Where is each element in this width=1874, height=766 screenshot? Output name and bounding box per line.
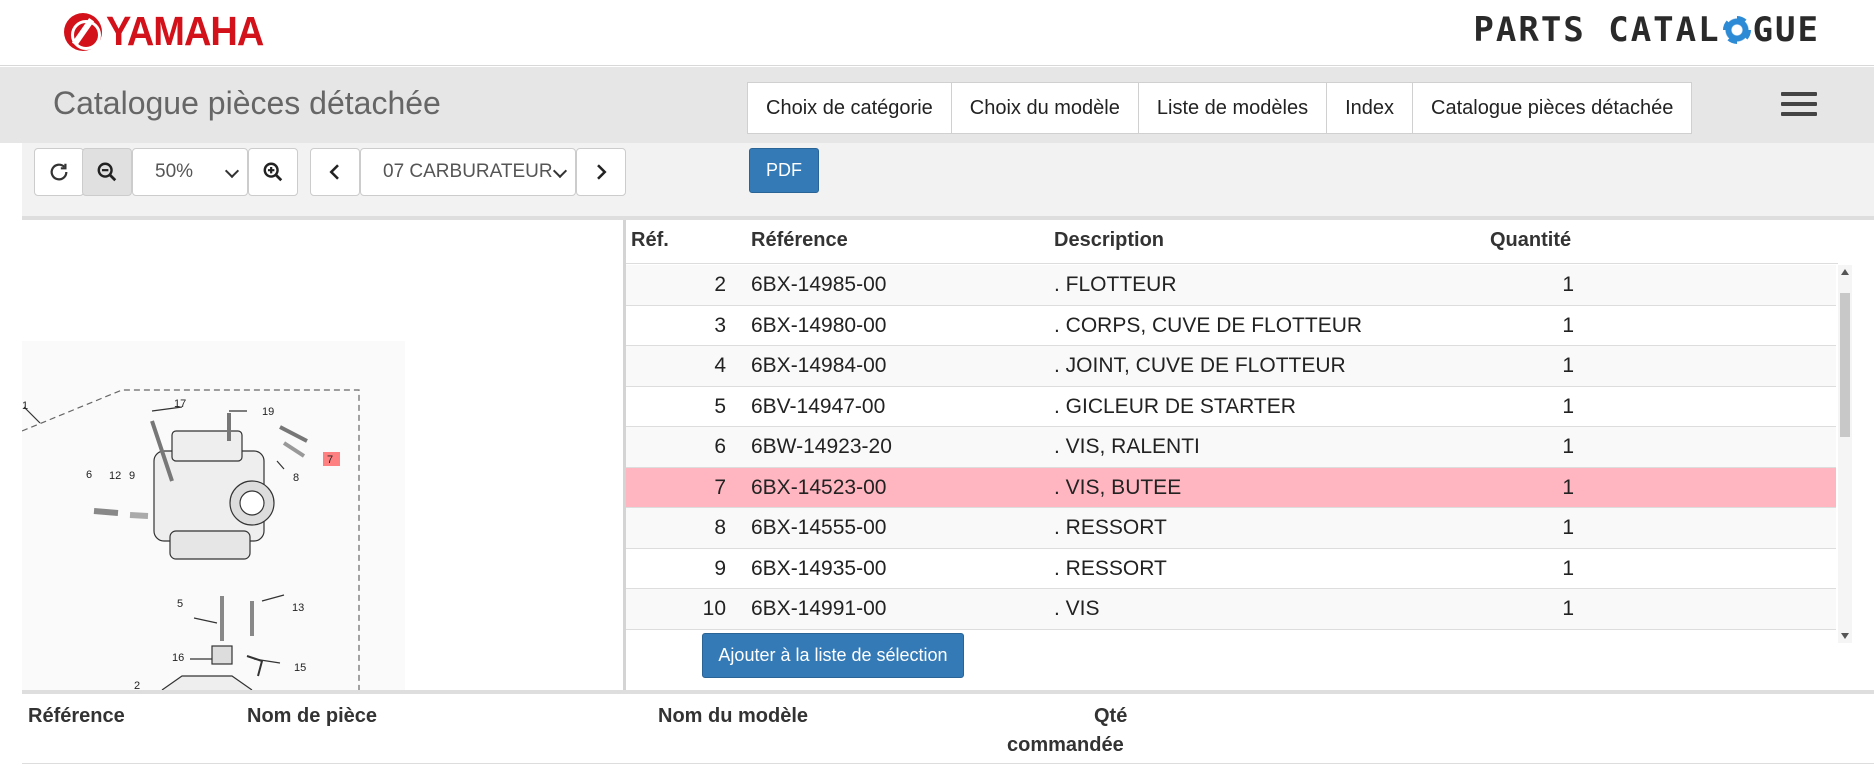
sel-col-part-name: Nom de pièce [247, 705, 378, 727]
zoom-select[interactable]: 50% [132, 148, 248, 196]
parts-catalogue-logo-right: GUE [1752, 10, 1820, 50]
nav-category[interactable]: Choix de catégorie [748, 83, 952, 133]
chevron-down-icon [552, 163, 568, 179]
sel-col-qty-line1: Qté [1094, 705, 1128, 727]
sel-col-model-name: Nom du modèle [658, 705, 809, 727]
scroll-up-icon[interactable] [1841, 269, 1849, 275]
zoom-out-button[interactable] [82, 148, 132, 196]
nav-model-choice[interactable]: Choix du modèle [952, 83, 1139, 133]
diagram-callout[interactable]: 1 [22, 400, 28, 412]
table-row[interactable]: 10 6BX-14991-00 . VIS 1 [626, 589, 1836, 630]
row-quantity: 1 [1562, 313, 1574, 337]
row-quantity: 1 [1562, 394, 1574, 418]
col-description-header[interactable]: Description [1054, 229, 1164, 252]
diagram-toolbar: 50% 07 CARBURATEUR PDF [22, 143, 1874, 217]
chevron-left-icon [329, 164, 339, 180]
row-quantity: 1 [1562, 354, 1574, 377]
parts-catalogue-logo-left: PARTS CATAL [1473, 10, 1721, 50]
table-row[interactable]: 8 6BX-14555-00 . RESSORT 1 [626, 508, 1836, 549]
col-quantity-header[interactable]: Quantité [1490, 229, 1571, 252]
yamaha-logo-text: YAMAHA [106, 8, 264, 55]
section-select[interactable]: 07 CARBURATEUR [360, 148, 576, 196]
zoom-in-button[interactable] [248, 148, 298, 196]
parts-catalogue-logo[interactable]: PARTS CATAL GUE [1473, 10, 1820, 50]
diagram-callout[interactable]: 6 [86, 469, 92, 481]
carburetor-diagram[interactable]: 1 17 19 7 6 12 9 8 5 13 16 15 2 [21, 341, 405, 692]
row-quantity: 1 [1562, 435, 1574, 458]
parts-table: Réf. Référence Description Quantité 2 6B… [626, 220, 1852, 690]
col-ref-header[interactable]: Réf. [631, 229, 669, 252]
section-select-value: 07 CARBURATEUR [383, 161, 553, 182]
scrollbar-thumb[interactable] [1840, 293, 1850, 437]
table-row[interactable]: 2 6BX-14985-00 . FLOTTEUR 1 [626, 265, 1836, 306]
row-quantity: 1 [1562, 556, 1574, 580]
parts-table-header: Réf. Référence Description Quantité [626, 220, 1838, 264]
sel-col-part-number: Référence [28, 705, 125, 727]
diagram-callout-highlighted[interactable]: 7 [327, 454, 333, 466]
diagram-callout[interactable]: 15 [294, 662, 306, 674]
diagram-callout[interactable]: 12 [109, 470, 121, 482]
row-quantity: 1 [1562, 597, 1574, 620]
scroll-down-icon[interactable] [1841, 633, 1849, 639]
refresh-button[interactable] [34, 148, 84, 196]
parts-table-body[interactable]: 2 6BX-14985-00 . FLOTTEUR 1 3 6BX-14980-… [626, 265, 1836, 643]
selection-list-header: Référence Nom de pièce Nom du modèle Qté… [22, 694, 1874, 766]
diagram-callout[interactable]: 16 [172, 652, 184, 664]
refresh-icon [50, 163, 68, 181]
diagram-callout[interactable]: 8 [293, 472, 299, 484]
table-row[interactable]: 5 6BV-14947-00 . GICLEUR DE STARTER 1 [626, 387, 1836, 427]
nav-parts-catalogue[interactable]: Catalogue pièces détachée [1413, 83, 1691, 133]
table-row[interactable]: 4 6BX-14984-00 . JOINT, CUVE DE FLOTTEUR… [626, 346, 1836, 387]
main-nav: Choix de catégorie Choix du modèle Liste… [747, 82, 1693, 134]
table-row-selected[interactable]: 7 6BX-14523-00 . VIS, BUTEE 1 [626, 467, 1836, 508]
diagram-callout[interactable]: 13 [292, 602, 304, 614]
chevron-right-icon [597, 164, 607, 180]
yamaha-logo[interactable]: YAMAHA [64, 8, 264, 55]
diagram-sheet: 1 17 19 7 6 12 9 8 5 13 16 15 2 [21, 341, 405, 692]
add-to-selection-button[interactable]: Ajouter à la liste de sélection [702, 633, 964, 678]
chevron-down-icon [224, 163, 240, 179]
header-band: Catalogue pièces détachée Choix de catég… [0, 67, 1874, 143]
col-part-number-header[interactable]: Référence [751, 229, 848, 252]
page-title: Catalogue pièces détachée [53, 85, 441, 121]
diagram-callout[interactable]: 5 [177, 598, 183, 610]
diagram-callout[interactable]: 17 [174, 398, 186, 410]
row-quantity: 1 [1562, 516, 1574, 539]
nav-index[interactable]: Index [1327, 83, 1414, 133]
diagram-callout[interactable]: 9 [129, 470, 135, 482]
zoom-select-value: 50% [155, 161, 194, 182]
row-quantity: 1 [1562, 273, 1574, 296]
diagram-callout[interactable]: 19 [262, 406, 274, 418]
table-row[interactable]: 3 6BX-14980-00 . CORPS, CUVE DE FLOTTEUR… [626, 306, 1836, 346]
zoom-out-icon [97, 162, 117, 182]
brand-bar: YAMAHA PARTS CATAL GUE [0, 0, 1874, 66]
hamburger-menu-icon[interactable] [1781, 87, 1817, 123]
yamaha-emblem-icon [64, 13, 102, 51]
nav-model-list[interactable]: Liste de modèles [1139, 83, 1328, 133]
divider [22, 763, 1874, 764]
previous-section-button[interactable] [310, 148, 360, 196]
gear-icon [1722, 16, 1751, 44]
diagram-callout[interactable]: 2 [134, 680, 140, 692]
sel-col-qty-line2: commandée [1007, 734, 1124, 756]
table-row[interactable]: 9 6BX-14935-00 . RESSORT 1 [626, 549, 1836, 589]
exploded-diagram-panel[interactable]: 1 17 19 7 6 12 9 8 5 13 16 15 2 [21, 220, 623, 692]
next-section-button[interactable] [576, 148, 626, 196]
zoom-in-icon [263, 162, 283, 182]
row-quantity: 1 [1562, 475, 1574, 499]
table-row[interactable]: 6 6BW-14923-20 . VIS, RALENTI 1 [626, 427, 1836, 468]
parts-table-scrollbar[interactable] [1838, 265, 1852, 643]
pdf-button[interactable]: PDF [749, 148, 819, 193]
